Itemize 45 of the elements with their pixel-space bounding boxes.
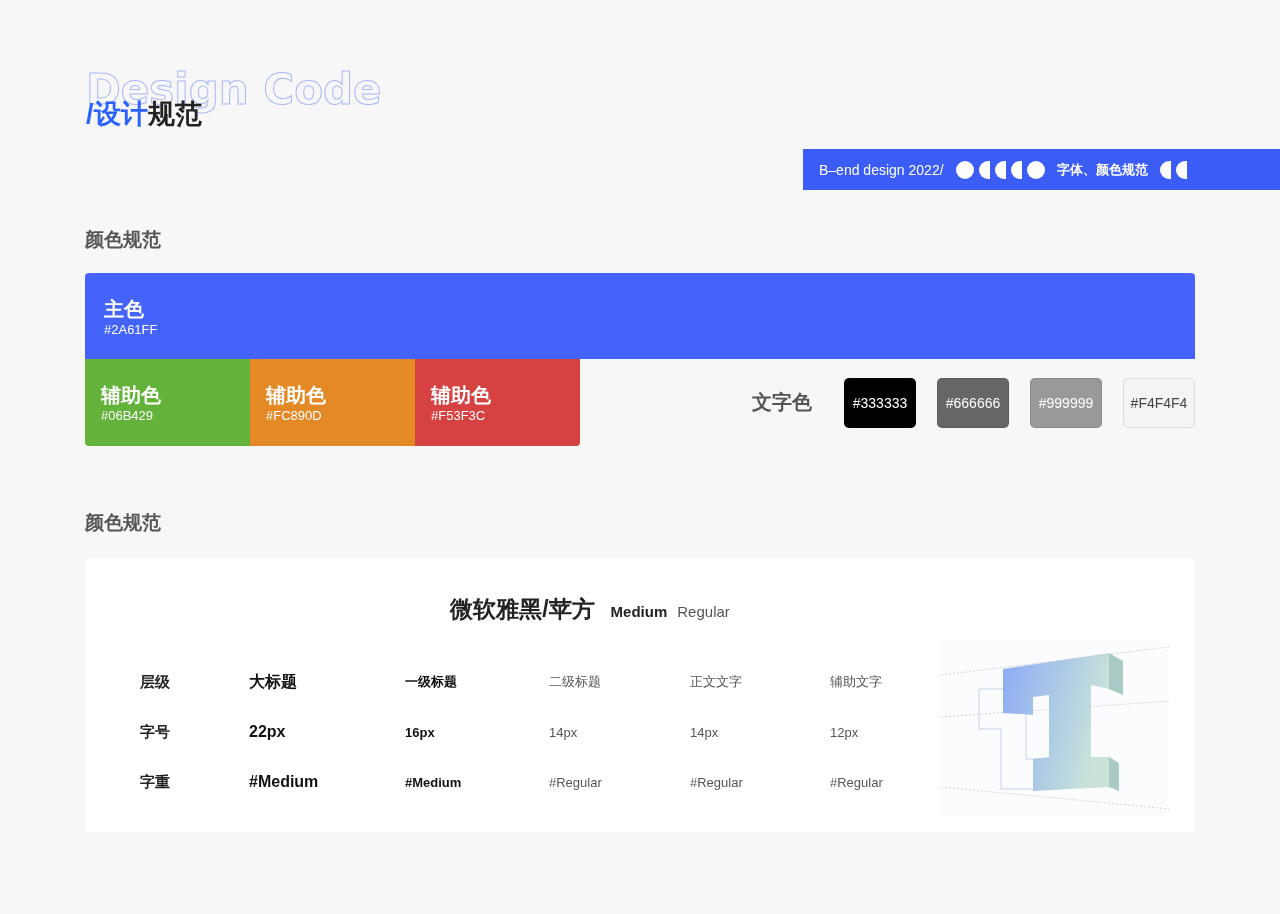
text-color-swatch: #F4F4F4 — [1123, 377, 1195, 428]
table-cell-text: 正文文字 — [690, 673, 743, 691]
section-title: 颜色规范 — [85, 228, 162, 252]
table-cell-text: #Medium — [249, 773, 320, 791]
text-color-label: 文字色 — [752, 390, 812, 415]
text-color-swatch: #333333 — [844, 377, 916, 428]
color-hex: #FC890D — [266, 408, 323, 423]
half-moon-icon — [978, 160, 990, 179]
table-cell-text: 一级标题 — [405, 673, 458, 691]
table-cell-text: 辅助文字 — [830, 673, 883, 691]
half-moon-icon — [1159, 160, 1171, 179]
table-cell-text: 22px — [249, 723, 287, 741]
color-hex: #06B429 — [101, 408, 155, 423]
table-cell-text: 大标题 — [249, 671, 298, 692]
half-moon-icon — [994, 160, 1006, 179]
table-cell-text: 16px — [405, 724, 436, 740]
color-name: 辅助色 — [101, 383, 162, 408]
color-hex: #F53F3C — [431, 408, 487, 423]
full-moon-icon — [1026, 160, 1045, 179]
table-cell-text: #Regular — [690, 774, 744, 790]
banner-subtitle: 字体、颜色规范 — [1056, 160, 1148, 179]
table-cell-text: 字重 — [140, 772, 171, 792]
color-name: 辅助色 — [431, 383, 492, 408]
color-name: 主色 — [104, 296, 145, 322]
color-hex: #2A61FF — [104, 321, 159, 337]
table-cell-text: #Regular — [549, 774, 603, 790]
table-cell-text: #Regular — [830, 774, 884, 790]
weight-label: Medium — [610, 603, 668, 620]
table-cell-text: 12px — [830, 724, 860, 740]
font-name: 微软雅黑/苹方 — [450, 595, 595, 624]
table-cell-text: 14px — [549, 724, 579, 740]
full-moon-icon — [955, 160, 974, 179]
table-cell-text: 层级 — [140, 672, 171, 692]
table-cell-text: #Medium — [405, 774, 463, 790]
table-cell-text: 二级标题 — [549, 673, 602, 691]
table-cell-text: 字号 — [140, 722, 171, 742]
color-name: 辅助色 — [266, 383, 327, 408]
half-moon-icon — [1175, 160, 1187, 179]
weight-label: Regular — [677, 603, 730, 620]
table-cell-text: 14px — [690, 724, 720, 740]
section-title: 颜色规范 — [85, 511, 162, 535]
banner-text: B–end design 2022/ — [819, 161, 944, 178]
text-color-swatch: #666666 — [937, 377, 1009, 428]
text-color-swatch: #999999 — [1030, 377, 1102, 428]
half-moon-icon — [1010, 160, 1022, 179]
